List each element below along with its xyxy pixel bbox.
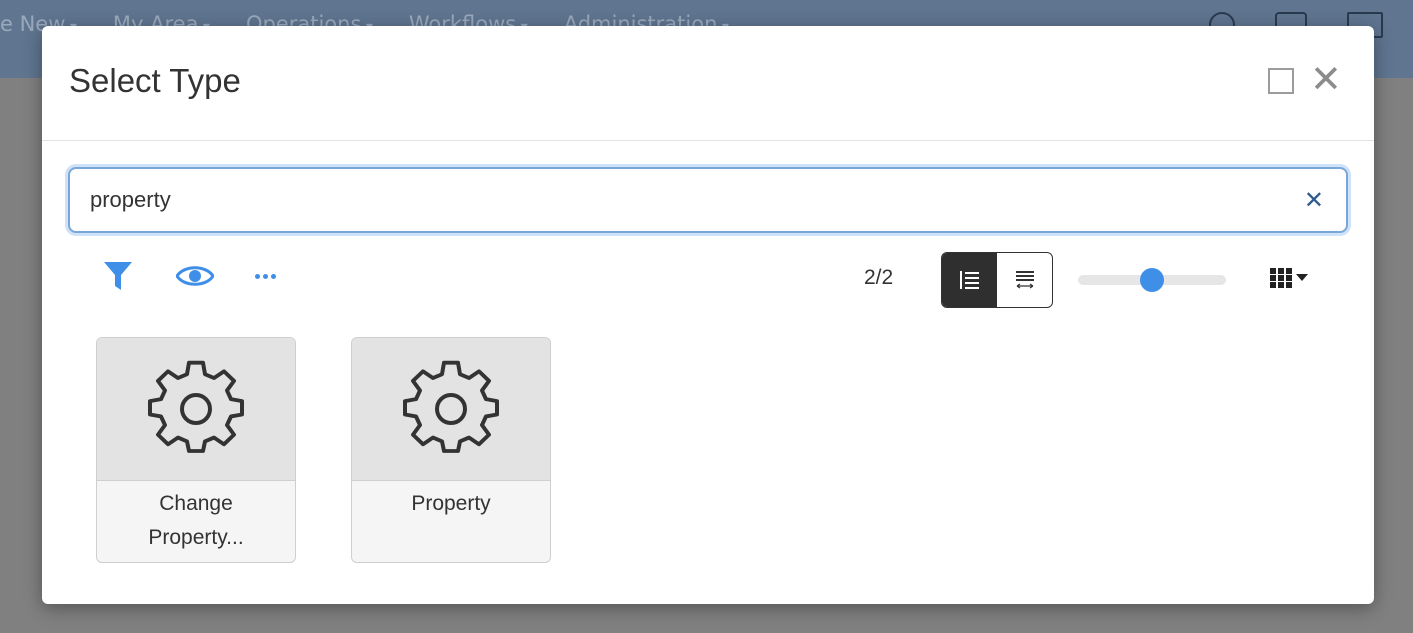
result-tile-property[interactable]: Property [351,337,551,563]
view-mode-toggle [941,252,1053,308]
slider-thumb[interactable] [1140,268,1164,292]
gear-icon [403,360,499,453]
tile-size-slider[interactable] [1078,268,1226,292]
tile-label: Property [411,492,491,515]
select-type-dialog: Select Type ✕ ✕ 2/2 [42,26,1374,604]
detail-view-icon [1015,271,1034,289]
filter-icon[interactable] [104,260,132,296]
more-options-icon[interactable] [255,274,276,279]
detail-view-button[interactable] [997,253,1052,307]
list-view-icon [959,271,979,289]
dialog-header: Select Type ✕ [42,26,1374,141]
eye-icon[interactable] [175,264,215,292]
tile-image [97,338,295,481]
result-tile-change-property[interactable]: Change Property... [96,337,296,563]
grid-layout-menu[interactable] [1270,268,1308,288]
gear-icon [148,360,244,453]
grid-icon [1270,268,1292,288]
tile-label: Change Property... [148,492,244,549]
tile-image [352,338,550,481]
list-view-button[interactable] [942,253,997,307]
result-count: 2/2 [864,266,894,289]
results-toolbar: 2/2 [42,252,1374,308]
chevron-down-icon [1296,274,1308,281]
clear-search-button[interactable]: ✕ [1304,186,1324,214]
close-button[interactable]: ✕ [1310,60,1342,98]
search-box: ✕ [68,167,1348,233]
search-input[interactable] [90,183,1270,217]
maximize-button[interactable] [1268,68,1294,94]
dialog-title: Select Type [69,62,241,99]
